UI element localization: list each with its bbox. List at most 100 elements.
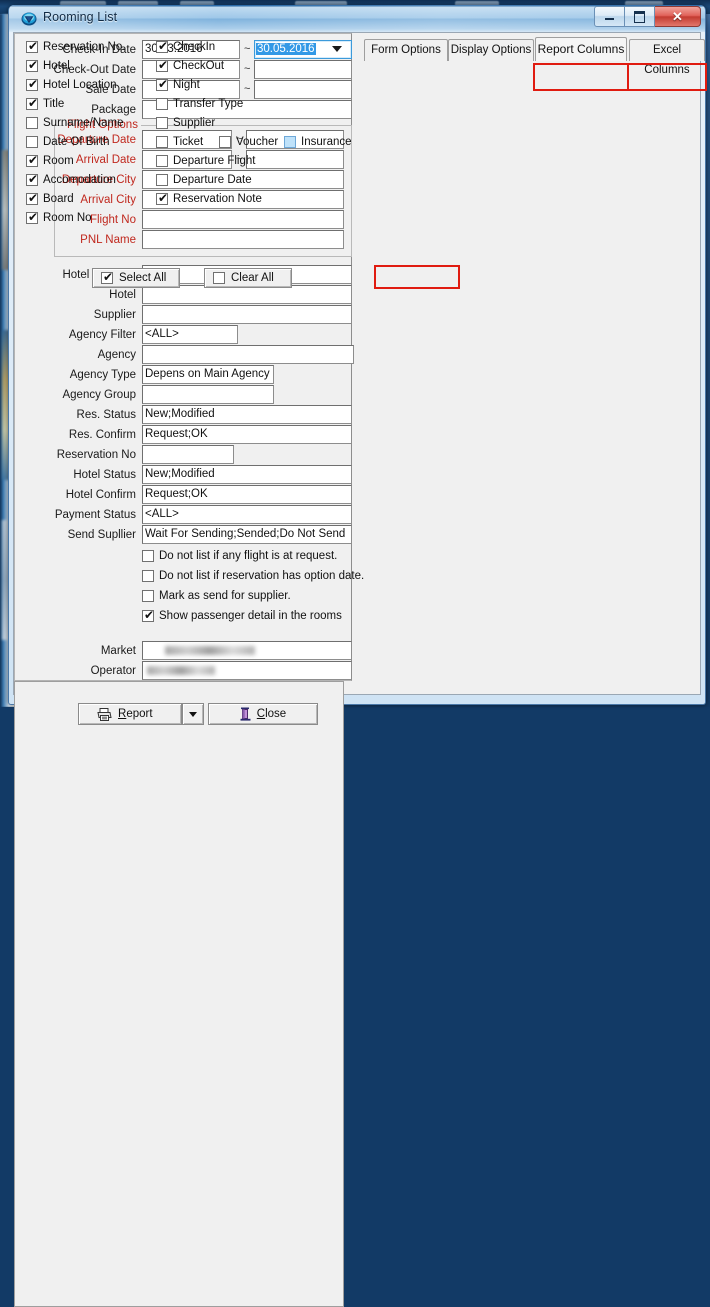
checkbox[interactable] [156,174,168,186]
check-icon: ✔ [28,173,38,185]
checkbox[interactable]: ✔ [142,610,154,622]
column-room-no[interactable]: ✔ Room No [26,212,92,224]
column-supplier[interactable]: Supplier [156,117,215,129]
column-checkout[interactable]: ✔CheckOut [156,60,224,72]
column-hotel-location[interactable]: ✔Hotel Location [26,79,117,91]
checkbox[interactable] [219,136,231,148]
column-departure-flight[interactable]: Departure Flight [156,155,255,167]
clear-all-checkbox[interactable] [213,272,225,284]
reservation-no-field[interactable] [142,445,234,464]
column-hotel[interactable]: ✔Hotel [26,60,70,72]
annotation-room-no [374,265,460,289]
column-insurance[interactable]: Insurance [284,136,352,148]
check-out-date-to[interactable] [254,60,352,79]
checkbox[interactable] [284,136,296,148]
option-show-passenger-detail-in-the-rooms[interactable]: ✔Show passenger detail in the rooms [142,610,342,622]
checkbox[interactable]: ✔ [26,193,38,205]
minimize-button[interactable] [594,6,625,27]
column-board[interactable]: ✔Board [26,193,74,205]
checkbox[interactable]: ✔ [26,41,38,53]
clear-all-button[interactable]: Clear All [204,268,292,288]
window-titlebar[interactable]: Rooming List ✕ [9,5,705,32]
checkbox[interactable]: ✔ [26,174,38,186]
hotel-confirm-field[interactable]: Request;OK [142,485,352,504]
sale-date-to[interactable] [254,80,352,99]
res-confirm-field[interactable]: Request;OK [142,425,352,444]
checkbox[interactable]: ✔ [26,212,38,224]
check-icon: ✔ [28,59,38,71]
column-reservation-note[interactable]: ✔Reservation Note [156,193,262,205]
column-night[interactable]: ✔Night [156,79,200,91]
arrival-date-to[interactable] [246,150,344,169]
checkbox[interactable]: ✔ [156,79,168,91]
supplier-field[interactable] [142,305,352,324]
column-accomodation[interactable]: ✔Accomodation [26,174,116,186]
checkbox[interactable] [156,98,168,110]
tab-form-options[interactable]: Form Options [364,39,448,61]
select-all-button[interactable]: ✔ Select All [92,268,180,288]
select-all-checkbox[interactable]: ✔ [101,272,113,284]
close-button[interactable]: Close [208,703,318,725]
checkbox[interactable]: ✔ [156,193,168,205]
checkbox[interactable] [156,117,168,129]
checkbox[interactable] [156,155,168,167]
column-transfer-type[interactable]: Transfer Type [156,98,243,110]
tab-excel-columns[interactable]: Excel Columns [629,39,705,61]
checkbox[interactable]: ✔ [156,41,168,53]
checkbox[interactable] [156,136,168,148]
minimize-icon [605,18,614,20]
tab-display-options[interactable]: Display Options [448,39,534,61]
checkbox[interactable] [26,117,38,129]
operator-field[interactable] [142,661,352,680]
column-ticket[interactable]: Ticket [156,136,203,148]
payment-status-field[interactable]: <ALL> [142,505,352,524]
checkbox[interactable]: ✔ [26,98,38,110]
column-surname-name[interactable]: Surname/Name [26,117,124,129]
report-button[interactable]: Report [78,703,182,725]
column-label: Room No [43,212,92,224]
option-do-not-list-if-any-flight-is-at-request[interactable]: Do not list if any flight is at request. [142,550,337,562]
option-mark-as-send-for-supplier[interactable]: Mark as send for supplier. [142,590,291,602]
hotel-status-field[interactable]: New;Modified [142,465,352,484]
column-checkin[interactable]: ✔CheckIn [156,41,215,53]
tab-report-columns[interactable]: Report Columns [535,37,627,61]
column-reservation-no[interactable]: ✔Reservation No. [26,41,125,53]
label-hotel: Hotel [26,286,136,304]
select-all-label: Select All [119,272,166,284]
column-voucher[interactable]: Voucher [219,136,278,148]
column-departure-date[interactable]: Departure Date [156,174,252,186]
redacted-value [165,646,255,655]
market-field[interactable] [142,641,352,660]
maximize-button[interactable] [625,6,655,27]
chevron-down-icon[interactable] [332,46,342,52]
flight-no-field[interactable] [142,210,344,229]
checkbox[interactable]: ✔ [26,155,38,167]
checkbox[interactable] [142,590,154,602]
res-status-field[interactable]: New;Modified [142,405,352,424]
checkbox[interactable] [26,136,38,148]
agency-filter-field[interactable]: <ALL> [142,325,238,344]
column-title[interactable]: ✔ Title [26,98,64,110]
checkbox[interactable]: ✔ [26,79,38,91]
close-window-button[interactable]: ✕ [655,6,701,27]
close-accesskey: C [257,708,265,720]
label-agency-type: Agency Type [26,366,136,384]
check-icon: ✔ [28,40,38,52]
column-date-of-birth[interactable]: Date Of Birth [26,136,109,148]
send-supllier-field[interactable]: Wait For Sending;Sended;Do Not Send [142,525,352,544]
checkbox[interactable] [142,570,154,582]
report-dropdown-button[interactable] [182,703,204,725]
column-label: Title [43,98,64,110]
option-do-not-list-if-reservation-has-option-date[interactable]: Do not list if reservation has option da… [142,570,364,582]
pnl-name-field[interactable] [142,230,344,249]
agency-field[interactable] [142,345,354,364]
checkbox[interactable]: ✔ [156,60,168,72]
agency-type-field[interactable]: Depens on Main Agency [142,365,274,384]
label-agency: Agency [26,346,136,364]
checkbox[interactable]: ✔ [26,60,38,72]
checkbox[interactable] [142,550,154,562]
label-payment-status: Payment Status [26,506,136,524]
column-room[interactable]: ✔Room [26,155,74,167]
agency-group-field[interactable] [142,385,274,404]
rooming-list-window: Rooming List ✕ Check-In Date 30.03.2016 … [8,5,706,705]
